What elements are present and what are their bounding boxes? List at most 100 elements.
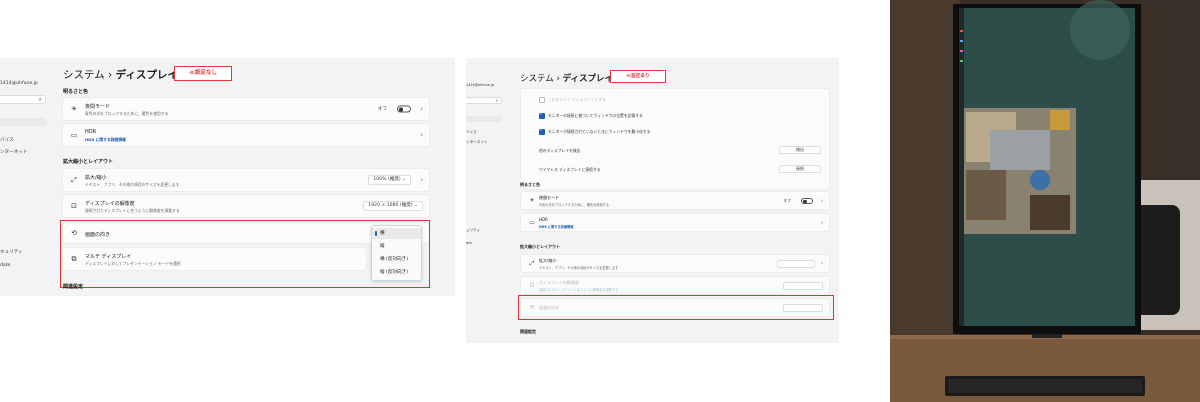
scale-title: 拡大/縮小 [85, 175, 107, 181]
sidebar-item-update[interactable]: ate [466, 241, 472, 245]
chevron-right-icon: › [420, 105, 423, 113]
brightness-icon: ☀ [529, 196, 535, 204]
sidebar-item-update[interactable]: date [0, 263, 10, 268]
annotation-tag: ≪設定なし [174, 66, 232, 81]
title-prefix: システム [520, 74, 554, 84]
section-scale-layout: 拡大縮小とレイアウト [63, 159, 114, 165]
night-light-state: オフ [783, 197, 791, 203]
hdr-title: HDR [539, 217, 548, 222]
minimize-windows-label: モニターが接続されていないときにウィンドウを最小化する [548, 129, 651, 134]
wireless-button[interactable]: 接続 [779, 165, 821, 173]
title-separator: › [556, 74, 560, 84]
settings-panel-no-config: 1414@ohfune.jp ⌕ バイス ンターネット キュリティ date シ… [0, 58, 455, 296]
orientation-menu[interactable]: 横 縦 横 (反対向き) 縦 (反対向き) [371, 225, 422, 281]
sidebar: 1414@ohfune.jp ⌕ バイス ンターネット ュリティ ate [466, 58, 502, 343]
sidebar-item-devices[interactable]: バイス [0, 137, 14, 143]
search-input[interactable]: ⌕ [466, 97, 502, 104]
sidebar-item-network[interactable]: ンターネット [466, 140, 488, 145]
resolution-icon: ⊡ [71, 202, 77, 210]
chevron-right-icon: › [821, 260, 823, 267]
highlight-box [518, 295, 834, 320]
resolution-desc: 接続されたディスプレイに合うように解像度を調整する [539, 288, 619, 292]
account-email: 1414@ohfune.jp [0, 81, 38, 86]
night-light-card[interactable]: ☀ 夜間モード 青色の光をブロックするために、暖色を使用する オフ › [520, 191, 830, 210]
chevron-right-icon: › [821, 219, 823, 226]
annotation-tag: ≪設定あり [610, 70, 666, 83]
scale-dropdown[interactable] [777, 259, 815, 268]
search-input[interactable]: ⌕ [0, 95, 46, 104]
orientation-option-portrait[interactable]: 縦 [372, 241, 421, 252]
resolution-value: 1920 × 1080 (推奨) [368, 203, 413, 208]
chevron-right-icon: › [420, 131, 423, 139]
night-light-toggle[interactable] [397, 105, 411, 113]
resolution-icon: ⊡ [529, 281, 535, 289]
scale-card[interactable]: ⤢ 拡大/縮小 テキスト、アプリ、その他の項目のサイズを変更します 100% (… [62, 168, 430, 192]
sidebar-item-security[interactable]: キュリティ [0, 249, 23, 255]
main-display-label: これをメイン ディスプレイにする [548, 97, 606, 102]
orientation-option-landscape-flipped[interactable]: 横 (反対向き) [372, 254, 421, 265]
scale-desc: テキスト、アプリ、その他の項目のサイズを変更します [85, 182, 180, 187]
night-light-desc: 青色の光をブロックするために、暖色を使用する [85, 111, 169, 116]
scale-title: 拡大/縮小 [539, 258, 557, 263]
resolution-desc: 接続されたディスプレイに合うように解像度を調整する [85, 208, 180, 213]
account-email: 1414@ohfune.jp [466, 83, 494, 87]
title-main: ディスプレイ [562, 74, 613, 84]
sidebar-item-system[interactable] [0, 118, 46, 126]
night-light-toggle[interactable] [801, 197, 813, 204]
page-title: システム › ディスプレイ [520, 72, 613, 84]
resolution-title: ディスプレイの解像度 [85, 201, 135, 207]
scale-value: 100% (推奨) [373, 177, 401, 182]
resolution-dropdown[interactable]: 1920 × 1080 (推奨) ⌄ [363, 201, 423, 211]
sidebar-item-network[interactable]: ンターネット [0, 149, 28, 155]
title-main: ディスプレイ [115, 69, 178, 81]
detect-button[interactable]: 検出 [779, 146, 821, 154]
night-light-card[interactable]: ☀ 夜間モード 青色の光をブロックするために、暖色を使用する オフ › [62, 97, 430, 121]
sidebar-item-devices[interactable]: バイス [466, 130, 477, 135]
scale-card: ⤢ 拡大/縮小 テキスト、アプリ、その他の項目のサイズを変更します › [520, 254, 830, 273]
section-brightness: 明るさと色 [520, 182, 540, 187]
hdr-title: HDR [85, 129, 97, 135]
search-icon: ⌕ [495, 99, 498, 104]
sidebar-item-system[interactable] [466, 116, 502, 122]
brightness-icon: ☀ [70, 105, 78, 113]
scale-icon: ⤢ [529, 259, 535, 267]
resolution-card: ⊡ ディスプレイの解像度 接続されたディスプレイに合うように解像度を調整する 1… [62, 194, 430, 218]
title-prefix: システム [63, 69, 105, 81]
section-scale-layout: 拡大縮小とレイアウト [520, 244, 560, 249]
photo-illustration [890, 0, 1200, 402]
search-icon: ⌕ [38, 96, 42, 103]
minimize-windows-checkbox[interactable] [539, 127, 545, 135]
section-brightness: 明るさと色 [63, 89, 89, 95]
resolution-title: ディスプレイの解像度 [539, 280, 579, 285]
hdr-link[interactable]: HDR に関する詳細情報 [539, 224, 573, 229]
scale-dropdown[interactable]: 100% (推奨) ⌄ [368, 175, 411, 185]
scale-icon: ⤢ [71, 176, 77, 184]
resolution-dropdown[interactable] [783, 281, 823, 290]
detect-label: 他のディスプレイを検出 [539, 148, 581, 153]
hdr-link[interactable]: HDR に関する詳細情報 [85, 137, 126, 143]
hdr-icon: ▭ [529, 218, 535, 226]
chevron-right-icon: › [821, 197, 823, 204]
night-light-desc: 青色の光をブロックするために、暖色を使用する [539, 203, 610, 207]
night-light-title: 夜間モード [85, 104, 111, 110]
hdr-card[interactable]: ▭ HDR HDR に関する詳細情報 › [520, 213, 830, 232]
night-light-state: オフ [377, 107, 387, 112]
sidebar: 1414@ohfune.jp ⌕ バイス ンターネット キュリティ date [0, 58, 48, 296]
main-display-checkbox[interactable] [539, 97, 545, 103]
settings-panel-configured: 1414@ohfune.jp ⌕ バイス ンターネット ュリティ ate システ… [466, 58, 839, 343]
orientation-option-portrait-flipped[interactable]: 縦 (反対向き) [372, 267, 421, 278]
section-related: 関連設定 [63, 284, 84, 290]
multi-display-options: これをメイン ディスプレイにする モニターの接続に基づいてウィンドウの位置を記憶… [520, 88, 830, 190]
hdr-card[interactable]: ▭ HDR HDR に関する詳細情報 › [62, 123, 430, 147]
orientation-option-landscape[interactable]: 横 [372, 228, 421, 239]
chevron-right-icon: › [420, 176, 423, 184]
night-light-title: 夜間モード [539, 195, 559, 200]
title-separator: › [108, 69, 113, 81]
page-title: システム › ディスプレイ [63, 67, 178, 82]
wireless-label: ワイヤレス ディスプレイに接続する [539, 167, 601, 172]
monitor-portrait-photo [890, 0, 1200, 402]
resolution-card: ⊡ ディスプレイの解像度 接続されたディスプレイに合うように解像度を調整する [520, 276, 830, 295]
remember-position-checkbox[interactable] [539, 111, 545, 119]
section-related: 関連設定 [520, 329, 536, 334]
sidebar-item-security[interactable]: ュリティ [466, 228, 480, 233]
